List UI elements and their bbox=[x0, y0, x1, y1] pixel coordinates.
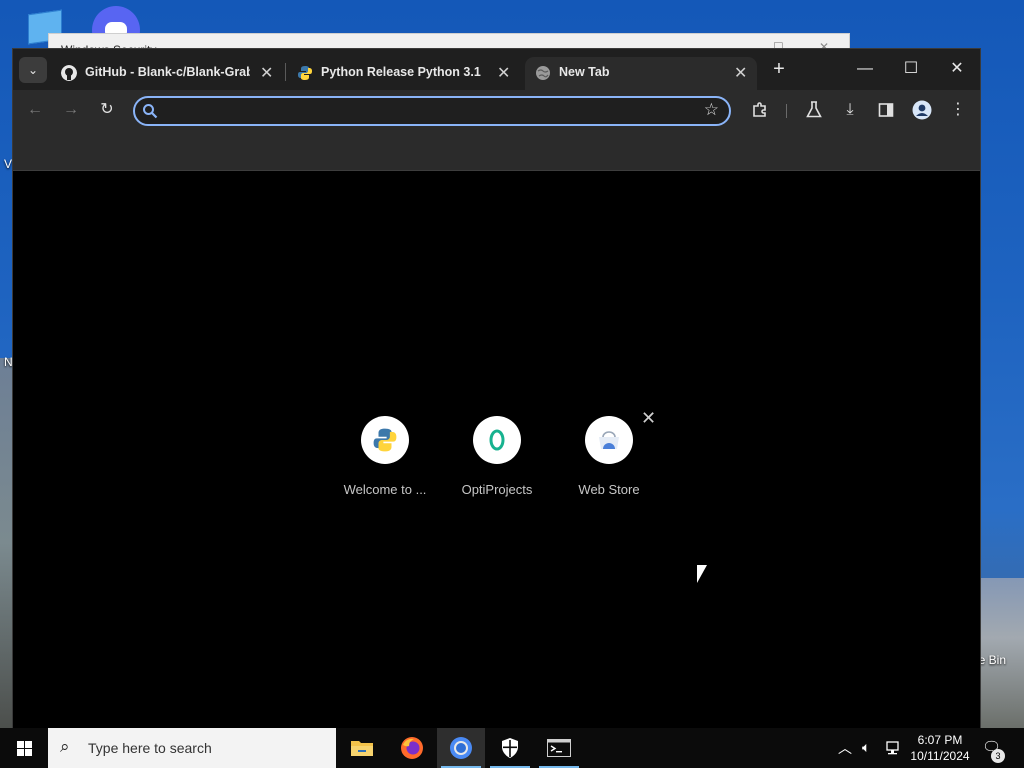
shortcut-tile[interactable]: Welcome to ... bbox=[329, 416, 441, 506]
web-store-icon bbox=[599, 431, 619, 449]
more-vert-icon: ⋮ bbox=[950, 101, 966, 118]
tab-close-icon[interactable]: ✕ bbox=[260, 63, 273, 83]
maximize-icon: ☐ bbox=[903, 60, 919, 77]
desktop-icon-label-edge: N bbox=[4, 355, 13, 369]
taskbar-search-box[interactable]: ⌕ Type here to search bbox=[48, 728, 336, 768]
chrome-window: ⌄ GitHub - Blank-c/Blank-Grabb ✕ Python … bbox=[13, 49, 980, 728]
system-clock[interactable]: 6:07 PM 10/11/2024 bbox=[904, 732, 976, 764]
shortcut-icon-container bbox=[473, 416, 521, 464]
avatar-icon bbox=[912, 100, 932, 120]
side-panel-icon bbox=[878, 103, 894, 117]
address-bar[interactable]: ☆ bbox=[133, 96, 731, 126]
firefox-taskbar-button[interactable] bbox=[388, 728, 436, 768]
maximize-button[interactable]: ☐ bbox=[891, 57, 931, 81]
file-explorer-taskbar-button[interactable] bbox=[338, 728, 386, 768]
tab-search-button[interactable]: ⌄ bbox=[19, 57, 47, 83]
clock-date: 10/11/2024 bbox=[910, 749, 970, 763]
desktop-icon-label-edge: V bbox=[4, 157, 13, 171]
tab-close-icon[interactable]: ✕ bbox=[734, 63, 747, 83]
back-button[interactable]: ← bbox=[23, 98, 47, 122]
toolbar-divider bbox=[786, 104, 787, 118]
network-icon bbox=[886, 741, 899, 755]
bookmark-star-icon[interactable]: ☆ bbox=[704, 100, 719, 120]
globe-icon bbox=[536, 66, 550, 80]
extensions-button[interactable] bbox=[748, 98, 772, 122]
menu-button[interactable]: ⋮ bbox=[946, 98, 970, 122]
shortcut-label: OptiProjects bbox=[461, 482, 533, 497]
python-icon bbox=[373, 428, 397, 452]
browser-toolbar: ← → ↻ ☆ ⤓ ⋮ bbox=[13, 90, 980, 130]
tab-new-tab[interactable]: New Tab ✕ bbox=[525, 57, 757, 90]
search-placeholder: Type here to search bbox=[88, 740, 212, 756]
clock-time: 6:07 PM bbox=[917, 733, 963, 747]
minimize-button[interactable]: — bbox=[845, 57, 885, 81]
puzzle-icon bbox=[753, 102, 766, 117]
mouse-cursor-icon bbox=[697, 565, 707, 583]
tab-title: Python Release Python 3.13.0 | bbox=[321, 65, 481, 79]
wallpaper-tree-left bbox=[0, 358, 14, 728]
taskbar: ⌕ Type here to search ︿ 🔈︎ 6:07 PM 10/11… bbox=[0, 728, 1024, 768]
start-button[interactable] bbox=[0, 728, 48, 768]
labs-button[interactable] bbox=[802, 98, 826, 122]
shortcut-label: Welcome to ... bbox=[343, 482, 427, 497]
bookmarks-bar bbox=[13, 130, 980, 171]
arrow-right-icon: → bbox=[63, 101, 79, 118]
tab-github[interactable]: GitHub - Blank-c/Blank-Grabb ✕ bbox=[51, 57, 283, 90]
remove-shortcut-icon[interactable]: ✕ bbox=[641, 408, 656, 429]
reload-button[interactable]: ↻ bbox=[95, 98, 119, 122]
shortcut-icon-container bbox=[361, 416, 409, 464]
reload-icon: ↻ bbox=[100, 101, 114, 118]
profile-button[interactable] bbox=[910, 98, 934, 122]
minimize-icon: — bbox=[857, 60, 873, 77]
search-icon bbox=[143, 104, 158, 119]
terminal-taskbar-button[interactable] bbox=[535, 728, 583, 768]
close-icon: ✕ bbox=[950, 60, 964, 77]
side-panel-button[interactable] bbox=[874, 98, 898, 122]
plus-icon: + bbox=[773, 58, 785, 80]
forward-button[interactable]: → bbox=[59, 98, 83, 122]
tab-title: New Tab bbox=[559, 65, 610, 79]
firefox-icon bbox=[401, 737, 423, 759]
shortcut-icon-container bbox=[585, 416, 633, 464]
shortcut-tile[interactable]: OptiProjects bbox=[441, 416, 553, 506]
address-input[interactable] bbox=[165, 101, 689, 123]
close-window-button[interactable]: ✕ bbox=[937, 57, 977, 81]
arrow-left-icon: ← bbox=[27, 101, 43, 118]
shield-icon bbox=[502, 738, 518, 758]
downloads-button[interactable]: ⤓ bbox=[838, 98, 862, 122]
windows-security-taskbar-button[interactable] bbox=[486, 728, 534, 768]
python-icon bbox=[298, 66, 312, 80]
flask-icon bbox=[806, 101, 822, 118]
shortcut-tile[interactable]: Web Store bbox=[553, 416, 665, 506]
terminal-icon bbox=[547, 739, 571, 757]
notification-count-badge: 3 bbox=[991, 749, 1005, 763]
speaker-icon: 🔈︎ bbox=[862, 739, 871, 755]
tab-python[interactable]: Python Release Python 3.13.0 | ✕ bbox=[287, 57, 519, 90]
chrome-taskbar-button[interactable] bbox=[437, 728, 485, 768]
tab-separator bbox=[285, 63, 286, 81]
tab-title: GitHub - Blank-c/Blank-Grabb bbox=[85, 65, 250, 79]
new-tab-page: Welcome to ... OptiProjects Web Store ✕ bbox=[13, 171, 980, 728]
chrome-icon bbox=[450, 737, 472, 759]
folder-icon bbox=[351, 741, 373, 756]
optiprojects-icon bbox=[489, 429, 505, 451]
download-icon: ⤓ bbox=[846, 101, 854, 118]
shortcut-label: Web Store bbox=[578, 482, 640, 497]
chevron-up-icon: ︿ bbox=[838, 740, 852, 756]
new-tab-button[interactable]: + bbox=[767, 58, 791, 82]
github-icon bbox=[61, 65, 77, 81]
search-icon: ⌕ bbox=[60, 737, 70, 756]
chevron-down-icon: ⌄ bbox=[27, 63, 39, 77]
tab-strip: ⌄ GitHub - Blank-c/Blank-Grabb ✕ Python … bbox=[13, 49, 980, 90]
recycle-bin-label[interactable]: e Bin bbox=[979, 653, 1006, 667]
tab-close-icon[interactable]: ✕ bbox=[497, 63, 510, 83]
